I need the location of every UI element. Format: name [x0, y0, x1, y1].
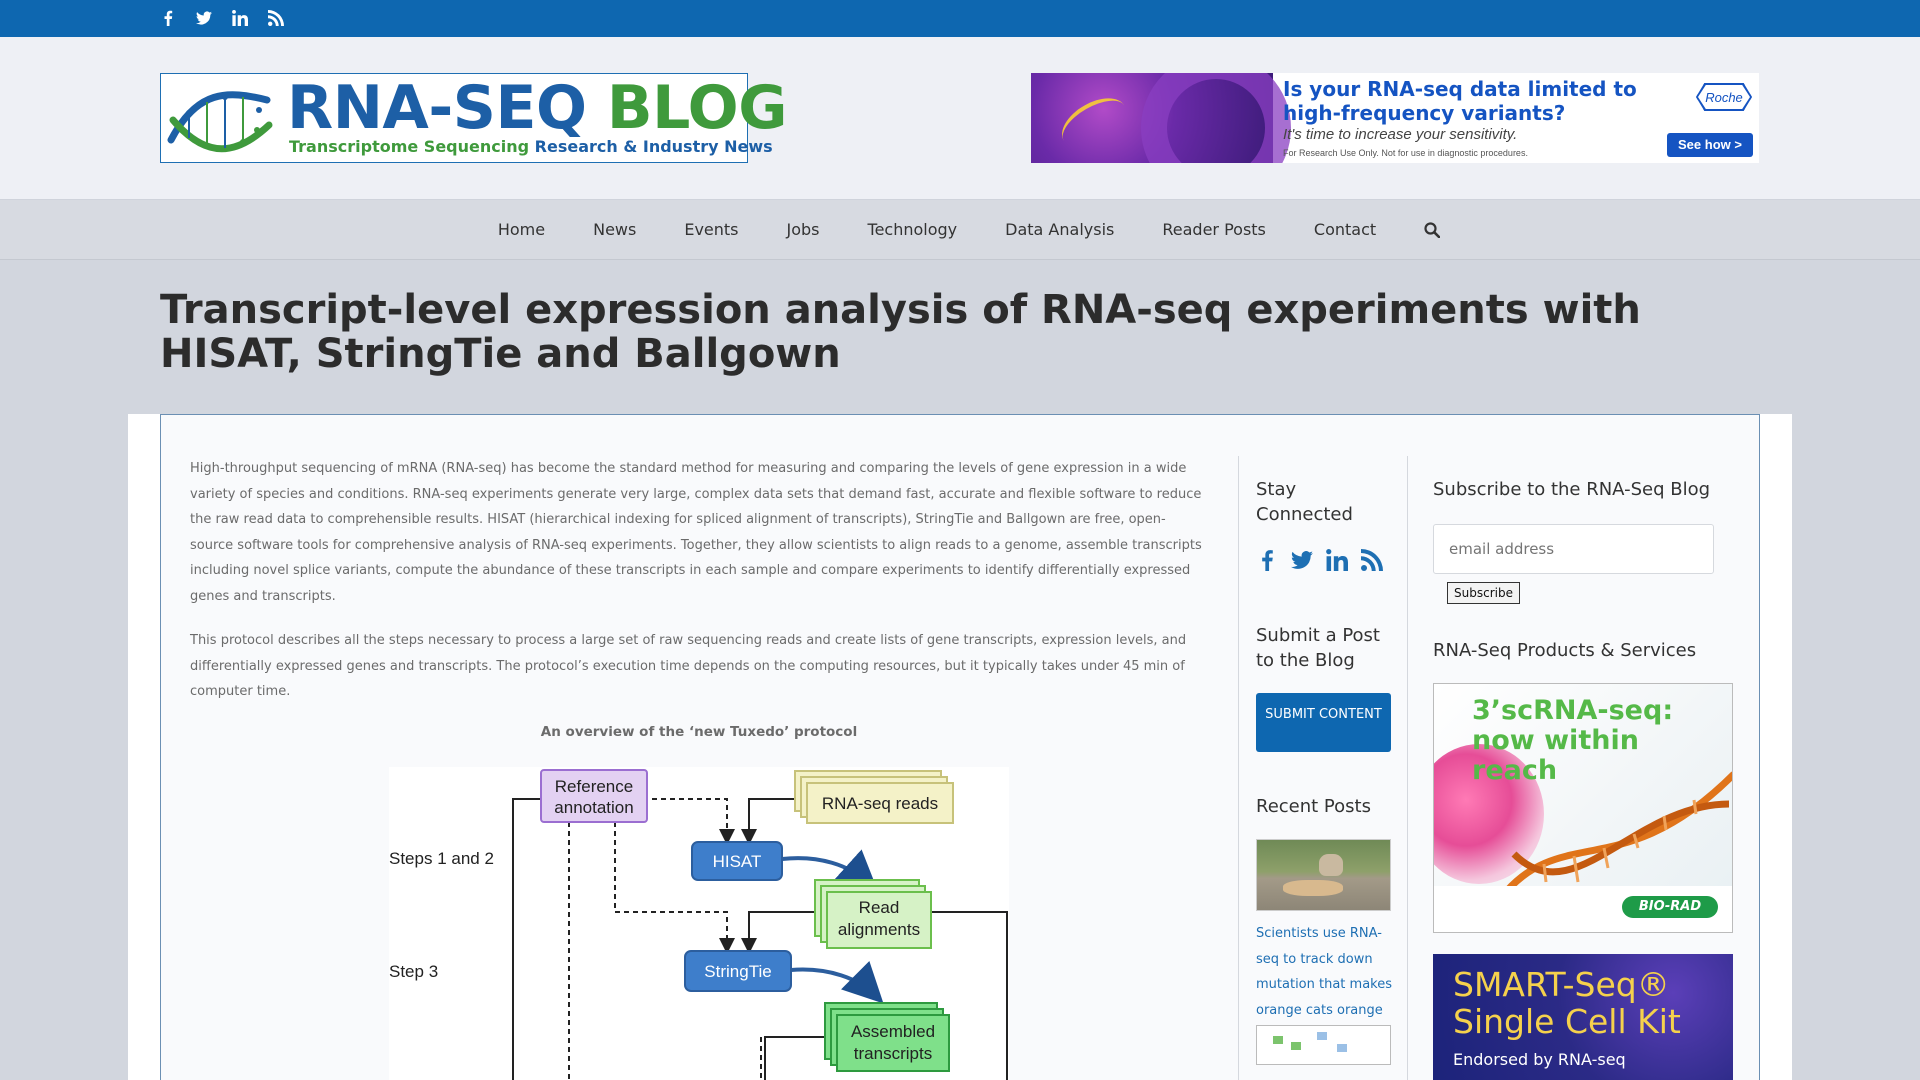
diagram-assembled-label: transcripts — [854, 1044, 932, 1063]
main-nav: Home News Events Jobs Technology Data An… — [0, 200, 1920, 260]
subscribe-heading: Subscribe to the RNA-Seq Blog — [1433, 479, 1711, 500]
nav-item-contact[interactable]: Contact — [1314, 200, 1376, 260]
diagram-read-label: alignments — [838, 920, 920, 939]
nav-item-jobs[interactable]: Jobs — [787, 200, 820, 260]
article-paragraph: This protocol describes all the steps ne… — [190, 633, 1187, 699]
ad-fine-print: For Research Use Only. Not for use in di… — [1283, 148, 1528, 158]
rss-icon[interactable] — [268, 10, 304, 28]
logo-title: RNA-SEQ BLOG — [287, 73, 787, 143]
submit-post-heading: Submit a Post to the Blog — [1256, 625, 1380, 671]
facebook-icon[interactable] — [160, 10, 196, 28]
ad-headline: Is your RNA-seq data limited to high-freq… — [1283, 77, 1637, 125]
ad-headline: SMART-Seq® Single Cell Kit — [1453, 965, 1681, 1041]
sidebar-connect: Stay Connected Submit a Post to the Blog… — [1238, 456, 1408, 1080]
sidebar-subscribe: Subscribe to the RNA-Seq Blog Subscribe … — [1407, 456, 1760, 1080]
nav-item-news[interactable]: News — [593, 200, 636, 260]
products-heading: RNA-Seq Products & Services — [1433, 640, 1697, 661]
rss-icon[interactable] — [1361, 549, 1383, 571]
figure-caption: An overview of the ‘new Tuxedo’ protocol — [540, 724, 858, 740]
ad-subline: Endorsed by RNA-seq — [1453, 1050, 1626, 1069]
email-field[interactable] — [1433, 524, 1714, 574]
recent-post-link[interactable]: Scientists use RNA-seq to track down mut… — [1256, 921, 1396, 1023]
bio-rad-ad[interactable]: 3’scRNA-seq: now within reach BIO-RAD — [1433, 683, 1733, 933]
article-paragraph: High-throughput sequencing of mRNA (RNA-… — [190, 461, 1202, 604]
stay-connected-heading: Stay Connected — [1256, 479, 1353, 525]
diagram-reference-label: Reference — [555, 777, 633, 796]
twitter-icon[interactable] — [196, 10, 232, 28]
nav-item-technology[interactable]: Technology — [868, 200, 958, 260]
dna-logo-icon — [167, 91, 273, 153]
diagram-read-label: Read — [859, 898, 900, 917]
see-how-button[interactable]: See how > — [1667, 133, 1753, 157]
social-links — [160, 10, 304, 28]
post-thumbnail[interactable] — [1256, 1025, 1391, 1065]
subscribe-button[interactable]: Subscribe — [1447, 582, 1520, 604]
tuxedo-protocol-diagram: Reference annotation RNA-seq reads Steps… — [389, 767, 1009, 1080]
diagram-reference-label: annotation — [554, 798, 633, 817]
diagram-stringtie-label: StringTie — [704, 962, 771, 981]
ad-headline: 3’scRNA-seq: now within reach — [1472, 695, 1674, 786]
roche-logo: Roche — [1696, 83, 1752, 111]
diagram-hisat-label: HISAT — [713, 852, 762, 871]
facebook-icon[interactable] — [1256, 549, 1278, 571]
diagram-assembled-label: Assembled — [851, 1022, 935, 1041]
bio-rad-logo: BIO-RAD — [1622, 896, 1718, 918]
nav-item-home[interactable]: Home — [498, 200, 545, 260]
nav-item-events[interactable]: Events — [684, 200, 738, 260]
nav-item-data-analysis[interactable]: Data Analysis — [1005, 200, 1114, 260]
recent-posts-heading: Recent Posts — [1256, 796, 1371, 817]
diagram-step3-label: Step 3 — [389, 962, 438, 981]
sidebar-social-icons — [1256, 549, 1396, 571]
post-thumbnail[interactable] — [1256, 839, 1391, 911]
article-body: High-throughput sequencing of mRNA (RNA-… — [190, 456, 1208, 724]
diagram-steps12-label: Steps 1 and 2 — [389, 849, 494, 868]
site-header: RNA-SEQ BLOG Transcriptome Sequencing Re… — [0, 37, 1920, 200]
linkedin-icon[interactable] — [232, 10, 268, 28]
top-banner-ad[interactable]: Is your RNA-seq data limited to high-freq… — [1031, 73, 1759, 163]
twitter-icon[interactable] — [1291, 549, 1313, 571]
site-logo[interactable]: RNA-SEQ BLOG Transcriptome Sequencing Re… — [160, 73, 787, 163]
linkedin-icon[interactable] — [1326, 549, 1348, 571]
page-title: Transcript-level expression analysis of … — [160, 287, 1641, 377]
logo-tagline: Transcriptome Sequencing Research & Indu… — [289, 137, 773, 156]
ad-image — [1031, 73, 1291, 163]
smart-seq-ad[interactable]: SMART-Seq® Single Cell Kit Endorsed by RN… — [1433, 954, 1733, 1080]
diagram-rnaseq-label: RNA-seq reads — [822, 794, 938, 813]
ad-subline: It's time to increase your sensitivity. — [1283, 126, 1518, 143]
nav-item-reader-posts[interactable]: Reader Posts — [1162, 200, 1266, 260]
search-icon[interactable] — [1424, 222, 1441, 238]
submit-content-label: SUBMIT CONTENT — [1256, 693, 1391, 752]
top-bar — [0, 0, 1920, 37]
submit-content-button[interactable]: SUBMIT CONTENT — [1256, 693, 1396, 752]
